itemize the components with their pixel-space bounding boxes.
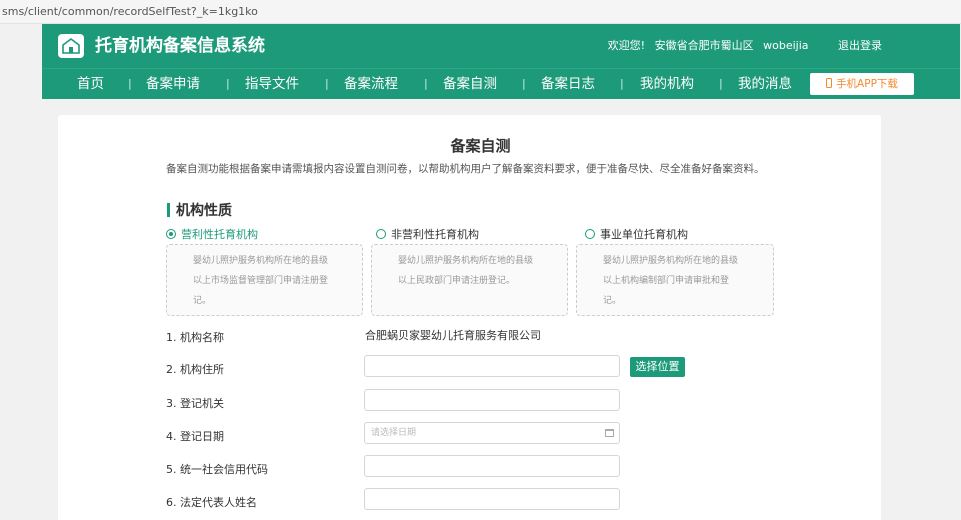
nav-messages[interactable]: 我的消息	[738, 69, 792, 99]
page-description: 备案自测功能根据备案申请需填报内容设置自测问卷，以帮助机构用户了解备案资料要求，…	[166, 163, 765, 175]
nav-separator: |	[522, 77, 526, 90]
radio-label: 事业单位托育机构	[600, 228, 688, 241]
desc-line: 以上市场监督管理部门申请注册登	[193, 276, 329, 286]
desc-line: 婴幼儿照护服务机构所在地的县级	[398, 256, 534, 266]
radio-public-institution[interactable]: 事业单位托育机构	[585, 226, 688, 242]
page-title: 备案自测	[450, 137, 511, 155]
nav-separator: |	[424, 77, 428, 90]
registration-date-picker[interactable]: 请选择日期	[364, 422, 620, 444]
radio-unchecked-icon	[585, 229, 595, 239]
house-logo-icon	[58, 34, 84, 58]
region-text: 安徽省合肥市蜀山区	[654, 39, 754, 52]
option-description: 婴幼儿照护服务机构所在地的县级 以上市场监督管理部门申请注册登 记。	[166, 244, 363, 316]
desc-line: 以上民政部门申请注册登记。	[398, 276, 516, 286]
app-download-label: 手机APP下载	[836, 78, 898, 90]
nav-separator: |	[620, 77, 624, 90]
nav-separator: |	[128, 77, 132, 90]
radio-label: 营利性托育机构	[181, 228, 258, 241]
nav-separator: |	[719, 77, 723, 90]
field-label-registration-authority: 3. 登记机关	[166, 397, 224, 410]
address-input[interactable]	[364, 355, 620, 377]
nav-separator: |	[226, 77, 230, 90]
logout-link[interactable]: 退出登录	[838, 24, 882, 68]
nav-self-test[interactable]: 备案自测	[443, 69, 497, 99]
desc-line: 婴幼儿照护服务机构所在地的县级	[193, 256, 329, 266]
nav-my-org[interactable]: 我的机构	[640, 69, 694, 99]
field-label-address: 2. 机构住所	[166, 363, 224, 376]
nav-log[interactable]: 备案日志	[541, 69, 595, 99]
field-label-registration-date: 4. 登记日期	[166, 430, 224, 443]
option-description: 婴幼儿照护服务机构所在地的县级 以上民政部门申请注册登记。	[371, 244, 568, 316]
address-bar[interactable]: sms/client/common/recordSelfTest?_k=1kg1…	[0, 0, 961, 24]
nav-separator: |	[325, 77, 329, 90]
select-location-button[interactable]: 选择位置	[630, 357, 685, 377]
phone-icon	[826, 78, 833, 88]
radio-label: 非营利性托育机构	[391, 228, 479, 241]
field-label-org-name: 1. 机构名称	[166, 331, 224, 344]
username: wobeijia	[763, 39, 809, 52]
radio-non-profit[interactable]: 非营利性托育机构	[376, 226, 479, 242]
option-description: 婴幼儿照护服务机构所在地的县级 以上机构编制部门申请审批和登 记。	[576, 244, 774, 316]
radio-checked-icon	[166, 229, 176, 239]
nav-apply[interactable]: 备案申请	[146, 69, 200, 99]
site-title: 托育机构备案信息系统	[95, 36, 265, 56]
welcome-text: 欢迎您!	[607, 39, 646, 52]
field-label-legal-rep: 6. 法定代表人姓名	[166, 496, 257, 509]
desc-line: 婴幼儿照护服务机构所在地的县级	[603, 256, 739, 266]
radio-for-profit[interactable]: 营利性托育机构	[166, 226, 258, 242]
credit-code-input[interactable]	[364, 455, 620, 477]
main-nav: 首页 | 备案申请 | 指导文件 | 备案流程 | 备案自测 | 备案日志 | …	[42, 68, 960, 99]
desc-line: 以上机构编制部门申请审批和登	[603, 276, 730, 286]
legal-rep-input[interactable]	[364, 488, 620, 510]
nav-process[interactable]: 备案流程	[344, 69, 398, 99]
nav-home[interactable]: 首页	[77, 69, 104, 99]
date-placeholder: 请选择日期	[371, 428, 417, 438]
calendar-icon	[605, 429, 614, 437]
registration-authority-input[interactable]	[364, 389, 620, 411]
section-marker	[167, 203, 170, 217]
section-title: 机构性质	[176, 203, 232, 219]
nav-guides[interactable]: 指导文件	[245, 69, 299, 99]
org-name-value: 合肥蜗贝家婴幼儿托育服务有限公司	[365, 329, 541, 342]
radio-unchecked-icon	[376, 229, 386, 239]
desc-line: 记。	[603, 296, 622, 306]
app-download-button[interactable]: 手机APP下载	[810, 73, 914, 95]
top-header: 托育机构备案信息系统 欢迎您! 安徽省合肥市蜀山区 wobeijia 退出登录	[42, 24, 960, 68]
field-label-credit-code: 5. 统一社会信用代码	[166, 463, 268, 476]
user-area: 欢迎您! 安徽省合肥市蜀山区 wobeijia 退出登录	[608, 24, 960, 68]
desc-line: 记。	[193, 296, 212, 306]
